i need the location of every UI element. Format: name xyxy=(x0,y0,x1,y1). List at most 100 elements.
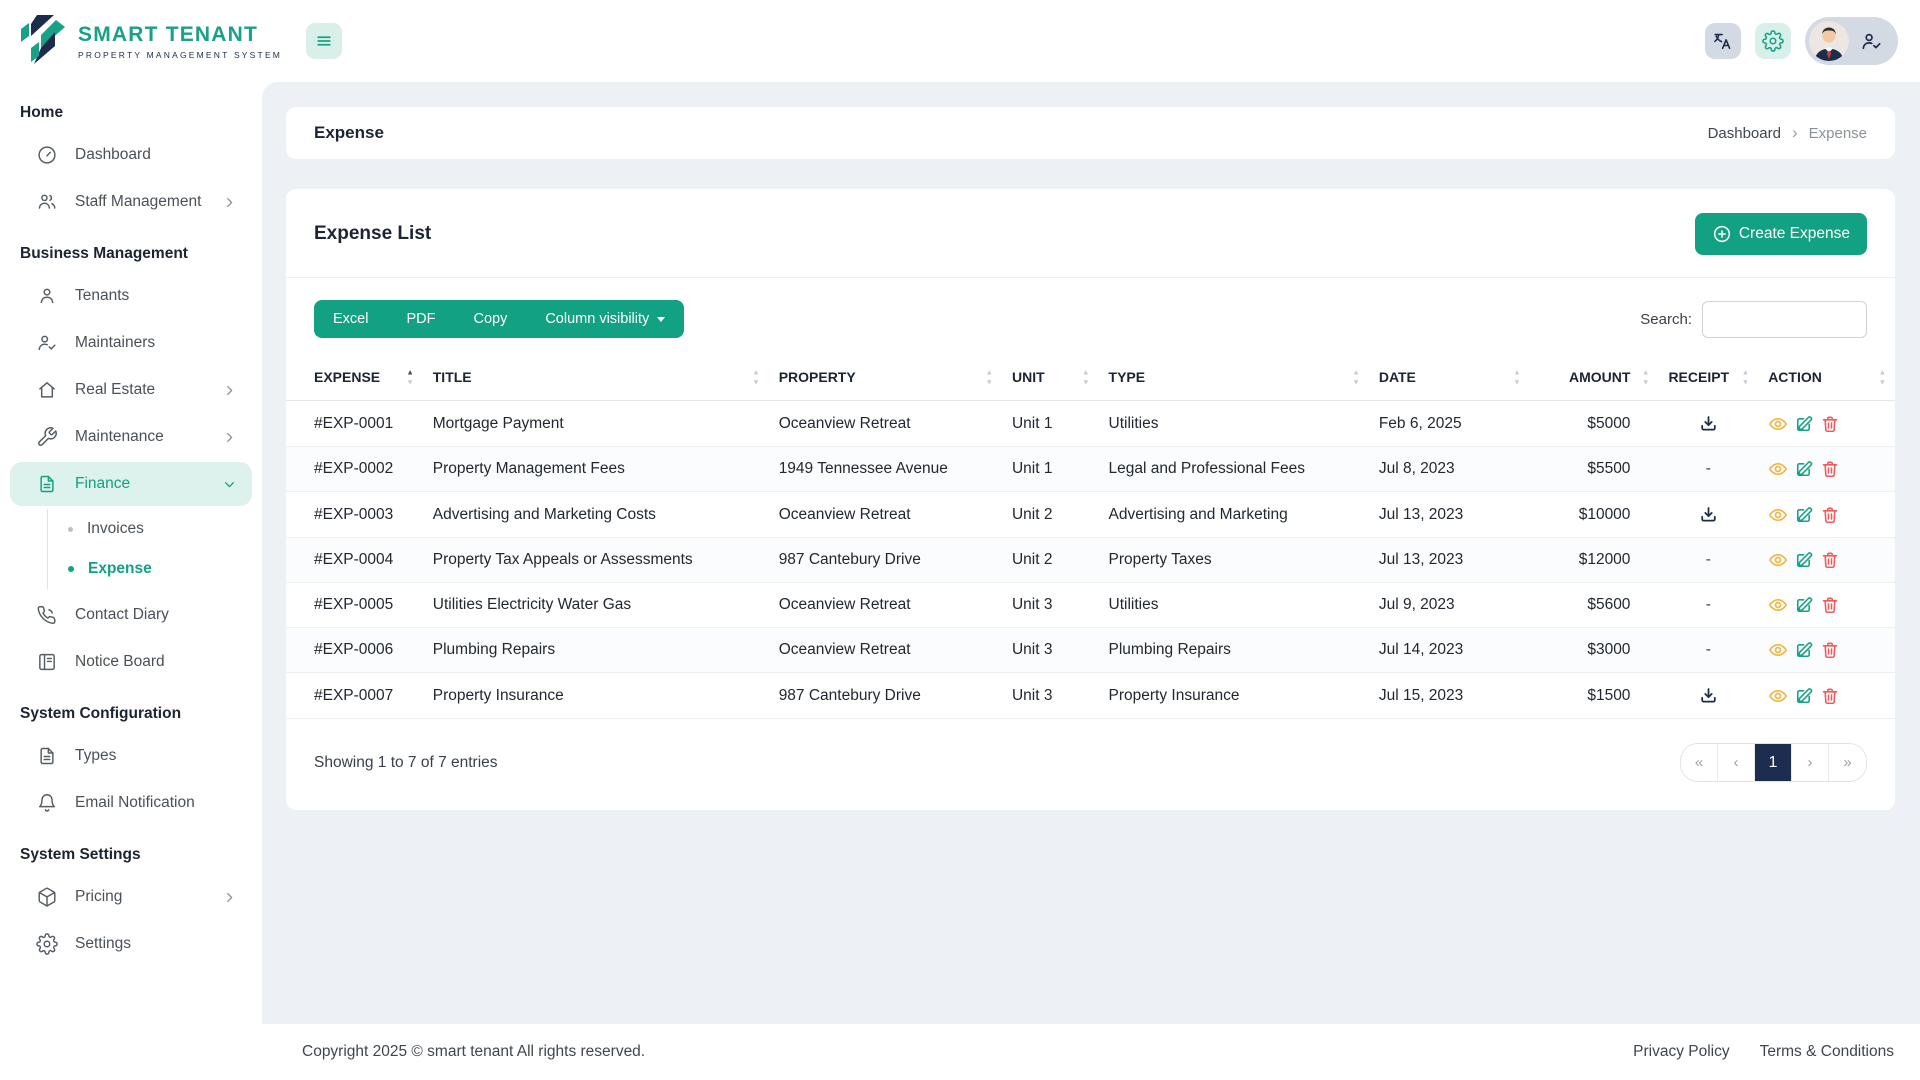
bullet-icon xyxy=(68,526,73,532)
sidebar-item-types[interactable]: Types xyxy=(10,734,252,778)
sort-icon: ▲ ▼ xyxy=(1741,367,1750,386)
pagination-last-button[interactable]: » xyxy=(1829,744,1866,781)
cell-expense-id: #EXP-0003 xyxy=(286,491,423,538)
cell-actions xyxy=(1758,537,1895,583)
delete-icon[interactable] xyxy=(1820,686,1840,706)
cell-amount: $5500 xyxy=(1529,446,1659,492)
sidebar-item-staff-management[interactable]: Staff Management xyxy=(10,180,252,224)
sidebar-item-contact-diary[interactable]: Contact Diary xyxy=(10,593,252,637)
pdf-export-button[interactable]: PDF xyxy=(387,300,454,338)
column-header-title[interactable]: TITLE ▲ ▼ xyxy=(422,354,769,401)
cell-actions xyxy=(1758,672,1895,719)
view-icon[interactable] xyxy=(1768,459,1788,479)
delete-icon[interactable] xyxy=(1820,414,1840,434)
pagination-next-button[interactable]: › xyxy=(1792,744,1829,781)
column-visibility-button[interactable]: Column visibility xyxy=(526,300,684,338)
sidebar-item-finance[interactable]: Finance xyxy=(10,462,252,506)
sort-icon: ▲ ▼ xyxy=(406,367,414,386)
table-row: #EXP-0004 Property Tax Appeals or Assessm… xyxy=(286,537,1895,583)
edit-icon[interactable] xyxy=(1794,459,1814,479)
create-expense-button[interactable]: Create Expense xyxy=(1694,213,1867,255)
pagination-first-button[interactable]: « xyxy=(1681,744,1718,781)
delete-icon[interactable] xyxy=(1820,505,1840,525)
delete-icon[interactable] xyxy=(1820,595,1840,615)
column-header-action[interactable]: ACTION ▲ ▼ xyxy=(1758,354,1895,401)
cell-type: Plumbing Repairs xyxy=(1098,627,1369,673)
edit-icon[interactable] xyxy=(1794,595,1814,615)
cell-receipt xyxy=(1658,672,1759,719)
cell-title: Property Management Fees xyxy=(422,446,769,492)
sidebar-subitem-invoices[interactable]: Invoices xyxy=(48,509,252,549)
terms-conditions-link[interactable]: Terms & Conditions xyxy=(1760,1043,1894,1061)
copy-export-button[interactable]: Copy xyxy=(454,300,526,338)
column-header-amount[interactable]: AMOUNT ▲ ▼ xyxy=(1529,354,1659,401)
column-header-date[interactable]: DATE ▲ ▼ xyxy=(1368,354,1530,401)
edit-icon[interactable] xyxy=(1794,505,1814,525)
sidebar-item-notice-board[interactable]: Notice Board xyxy=(10,640,252,684)
sidebar-item-tenants[interactable]: Tenants xyxy=(10,274,252,318)
sidebar-subitem-expense[interactable]: Expense xyxy=(48,549,252,589)
edit-icon[interactable] xyxy=(1794,550,1814,570)
pagination-prev-button[interactable]: ‹ xyxy=(1718,744,1755,781)
cell-actions xyxy=(1758,446,1895,492)
delete-icon[interactable] xyxy=(1820,550,1840,570)
edit-icon[interactable] xyxy=(1794,414,1814,434)
cell-receipt: - xyxy=(1658,627,1759,673)
language-button[interactable] xyxy=(1705,23,1741,59)
privacy-policy-link[interactable]: Privacy Policy xyxy=(1633,1043,1729,1061)
view-icon[interactable] xyxy=(1768,640,1788,660)
cell-property: Oceanview Retreat xyxy=(768,627,1002,673)
sort-icon: ▲ ▼ xyxy=(1352,367,1360,386)
edit-icon[interactable] xyxy=(1794,686,1814,706)
search-input[interactable] xyxy=(1702,300,1867,338)
sidebar-item-pricing[interactable]: Pricing xyxy=(10,875,252,919)
cell-expense-id: #EXP-0004 xyxy=(286,537,423,583)
profile-menu[interactable] xyxy=(1805,17,1898,65)
cell-type: Utilities xyxy=(1098,400,1369,447)
cell-type: Utilities xyxy=(1098,582,1369,628)
cell-title: Plumbing Repairs xyxy=(422,627,769,673)
view-icon[interactable] xyxy=(1768,550,1788,570)
person-check-icon xyxy=(36,332,58,354)
cell-date: Jul 15, 2023 xyxy=(1368,672,1530,719)
sort-icon: ▲ ▼ xyxy=(752,367,760,386)
sidebar-item-maintenance[interactable]: Maintenance xyxy=(10,415,252,459)
sidebar-item-real-estate[interactable]: Real Estate xyxy=(10,368,252,412)
view-icon[interactable] xyxy=(1768,414,1788,434)
column-header-expense[interactable]: EXPENSE ▲ ▼ xyxy=(286,354,423,401)
sort-icon: ▲ ▼ xyxy=(1513,367,1521,386)
cell-date: Jul 13, 2023 xyxy=(1368,491,1530,538)
brand-logo[interactable]: SMART TENANT PROPERTY MANAGEMENT SYSTEM xyxy=(0,15,282,67)
cell-amount: $3000 xyxy=(1529,627,1659,673)
delete-icon[interactable] xyxy=(1820,459,1840,479)
column-header-receipt[interactable]: RECEIPT ▲ ▼ xyxy=(1658,354,1759,401)
pagination-page-1-button[interactable]: 1 xyxy=(1755,744,1792,781)
bell-icon xyxy=(36,792,58,814)
excel-export-button[interactable]: Excel xyxy=(314,300,387,338)
cell-type: Legal and Professional Fees xyxy=(1098,446,1369,492)
download-receipt-icon[interactable] xyxy=(1698,413,1719,434)
cell-actions xyxy=(1758,627,1895,673)
download-receipt-icon[interactable] xyxy=(1698,504,1719,525)
sidebar-item-settings[interactable]: Settings xyxy=(10,922,252,966)
footer: Copyright 2025 © smart tenant All rights… xyxy=(262,1024,1920,1080)
cell-unit: Unit 2 xyxy=(1001,491,1099,538)
breadcrumb-dashboard-link[interactable]: Dashboard xyxy=(1708,125,1781,142)
column-header-property[interactable]: PROPERTY ▲ ▼ xyxy=(768,354,1002,401)
edit-icon[interactable] xyxy=(1794,640,1814,660)
cell-expense-id: #EXP-0005 xyxy=(286,582,423,628)
cell-title: Advertising and Marketing Costs xyxy=(422,491,769,538)
delete-icon[interactable] xyxy=(1820,640,1840,660)
view-icon[interactable] xyxy=(1768,505,1788,525)
view-icon[interactable] xyxy=(1768,595,1788,615)
sidebar-item-email-notification[interactable]: Email Notification xyxy=(10,781,252,825)
sidebar-item-dashboard[interactable]: Dashboard xyxy=(10,133,252,177)
table-row: #EXP-0002 Property Management Fees 1949 Te… xyxy=(286,446,1895,492)
column-header-unit[interactable]: UNIT ▲ ▼ xyxy=(1001,354,1099,401)
column-header-type[interactable]: TYPE ▲ ▼ xyxy=(1098,354,1369,401)
sidebar-toggle-button[interactable] xyxy=(306,23,343,59)
sidebar-item-maintainers[interactable]: Maintainers xyxy=(10,321,252,365)
settings-button[interactable] xyxy=(1755,23,1791,59)
download-receipt-icon[interactable] xyxy=(1698,685,1719,706)
view-icon[interactable] xyxy=(1768,686,1788,706)
